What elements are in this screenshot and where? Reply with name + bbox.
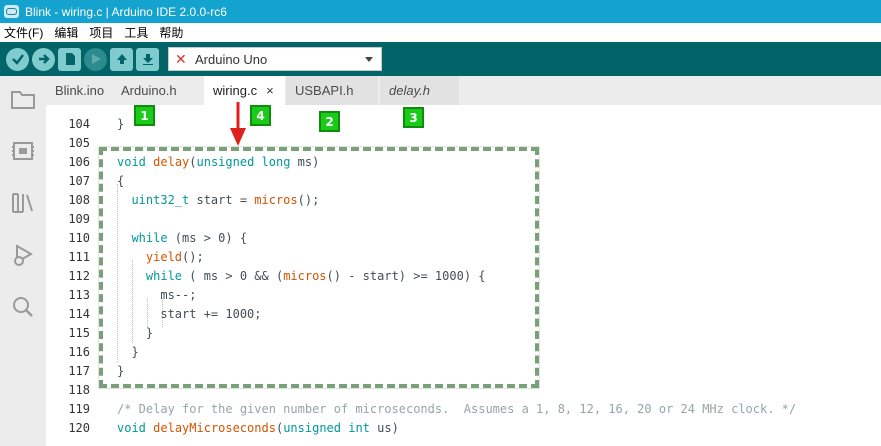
line-number: 107 <box>68 174 90 188</box>
tab-blink-ino[interactable]: Blink.ino <box>46 76 112 105</box>
line-number: 120 <box>68 421 90 435</box>
arduino-logo-icon <box>4 5 19 18</box>
line-number: 117 <box>68 364 90 378</box>
code-line: void delayMicroseconds(unsigned int us) <box>117 421 399 435</box>
line-number: 106 <box>68 155 90 169</box>
checkmark-icon <box>11 54 24 65</box>
code-line: while ( ms > 0 && (micros() - start) >= … <box>145 269 486 283</box>
menu-help[interactable]: 帮助 <box>159 24 183 41</box>
line-number: 115 <box>68 326 90 340</box>
upload-button[interactable] <box>32 47 55 71</box>
tab-usbapi-h[interactable]: USBAPI.h <box>286 76 378 105</box>
menu-file[interactable]: 文件(F) <box>4 24 43 41</box>
code-line: } <box>117 364 125 378</box>
tab-label: USBAPI.h <box>295 83 354 98</box>
line-number: 108 <box>68 193 90 207</box>
line-number: 119 <box>68 402 90 416</box>
annotation-badge: 4 <box>250 105 271 126</box>
code-line: void delay(unsigned long ms) <box>117 155 320 169</box>
tab-label: Arduino.h <box>121 83 177 98</box>
open-button[interactable] <box>110 47 133 71</box>
tab-label: delay.h <box>389 83 430 98</box>
toolbar: ✕ Arduino Uno <box>0 42 881 76</box>
window-title: Blink - wiring.c | Arduino IDE 2.0.0-rc6 <box>25 4 227 19</box>
debug-panel-icon[interactable] <box>10 242 36 268</box>
new-sketch-button[interactable] <box>58 47 81 71</box>
arrow-right-icon <box>38 54 50 64</box>
code-line: ms--; <box>117 288 197 302</box>
code-line: while (ms > 0) { <box>131 231 248 245</box>
annotation-badge: 3 <box>403 107 424 128</box>
folder-icon[interactable] <box>10 86 36 112</box>
search-icon[interactable] <box>10 294 36 320</box>
debug-icon <box>91 54 101 64</box>
annotation-badge: 2 <box>319 111 340 132</box>
close-icon[interactable]: × <box>266 83 274 98</box>
board-manager-icon[interactable] <box>10 138 36 164</box>
tab-delay-h[interactable]: delay.h <box>380 76 459 105</box>
menu-bar: 文件(F) 编辑 项目 工具 帮助 <box>0 23 881 42</box>
code-line: /* Delay for the given number of microse… <box>117 402 797 416</box>
verify-button[interactable] <box>6 47 29 71</box>
arrow-down-annotation-icon <box>230 102 246 146</box>
chevron-down-icon <box>365 56 373 62</box>
code-line: } <box>117 117 125 131</box>
title-bar: Blink - wiring.c | Arduino IDE 2.0.0-rc6 <box>0 0 881 23</box>
line-number: 104 <box>68 117 90 131</box>
menu-edit[interactable]: 编辑 <box>54 24 78 41</box>
line-number: 116 <box>68 345 90 359</box>
board-name: Arduino Uno <box>195 51 268 67</box>
code-editor[interactable]: 104} 105 106 void delay(unsigned long ms) 10… <box>46 105 881 446</box>
editor-tabs: Blink.ino Arduino.h wiring.c × USBAPI.h … <box>46 76 881 105</box>
activity-sidebar <box>0 76 46 446</box>
code-line: uint32_t start = micros(); <box>131 193 320 207</box>
code-line: start += 1000; <box>117 307 262 321</box>
line-number: 109 <box>68 212 90 226</box>
tab-arduino-h[interactable]: Arduino.h <box>112 76 203 105</box>
code-line: { <box>117 174 125 188</box>
library-icon[interactable] <box>10 190 36 216</box>
line-number: 113 <box>68 288 90 302</box>
tab-label: Blink.ino <box>55 83 105 98</box>
disconnected-icon: ✕ <box>175 50 187 67</box>
line-number <box>46 438 90 446</box>
code-line: } <box>117 345 139 359</box>
tab-label: wiring.c <box>213 83 258 98</box>
menu-sketch[interactable]: 项目 <box>89 24 113 41</box>
line-number: 111 <box>68 250 90 264</box>
line-number: 112 <box>68 269 90 283</box>
line-number <box>46 105 90 115</box>
line-number: 118 <box>68 383 90 397</box>
annotation-badge: 1 <box>134 105 155 126</box>
board-selector[interactable]: ✕ Arduino Uno <box>168 47 382 71</box>
code-line: yield(); <box>145 250 204 264</box>
debug-button[interactable] <box>84 47 107 71</box>
arrow-up-icon <box>116 54 127 64</box>
save-button[interactable] <box>136 47 159 71</box>
line-number: 110 <box>68 231 90 245</box>
menu-tools[interactable]: 工具 <box>124 24 148 41</box>
code-line: } <box>117 326 154 340</box>
arrow-down-icon <box>142 54 153 65</box>
file-icon <box>65 53 75 65</box>
line-number: 105 <box>68 136 90 150</box>
line-number: 114 <box>68 307 90 321</box>
